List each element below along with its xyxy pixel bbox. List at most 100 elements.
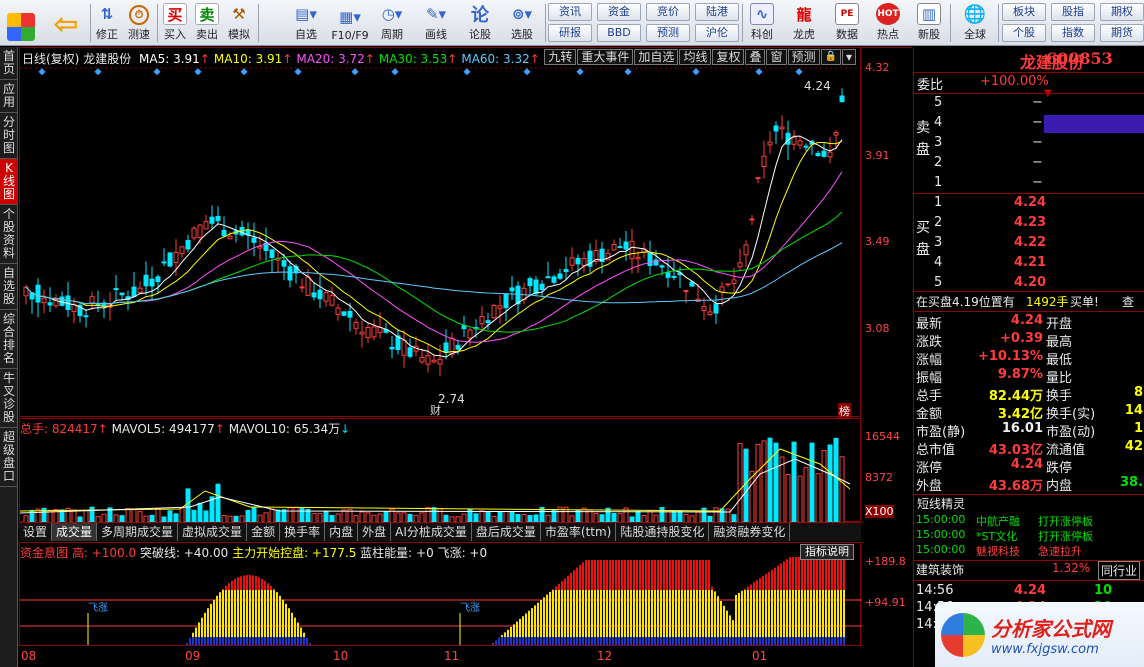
short-line-item[interactable]: 15:00:00 中航产融 打开涨停板: [914, 513, 1144, 528]
indicator-tab-0[interactable]: 设置: [19, 523, 53, 541]
sector-row[interactable]: 建筑装饰 1.32% 同行业: [914, 561, 1144, 580]
stat-row-8: 涨停 4.24 跌停: [916, 457, 1073, 476]
tick-row: 14:56 4.24 10: [916, 583, 1113, 598]
kline-btn-6[interactable]: 窗: [766, 49, 787, 65]
sell-row-2[interactable]: 2−: [914, 155, 1144, 175]
indicator-tab-6[interactable]: 内盘: [325, 523, 359, 541]
short-line-item[interactable]: 15:00:00 魅视科技 急速拉升: [914, 543, 1144, 558]
indicator-tab-10[interactable]: 市盈率(ttm): [541, 523, 617, 541]
futures-button[interactable]: 期货: [1100, 24, 1144, 42]
dragon-icon: 龍: [796, 5, 812, 24]
indicator-tab-7[interactable]: 外盘: [358, 523, 392, 541]
stat-row-5: 金额 3.42亿 换手(实) 14: [916, 403, 1143, 422]
sidebar-tab-4[interactable]: 个股资料: [0, 205, 18, 264]
research-button[interactable]: 研报: [548, 24, 592, 42]
kline-chart[interactable]: 日线(复权) 龙建股份 MA5: 3.91↑ MA10: 3.91↑ MA20: 3…: [19, 47, 862, 419]
bbd-button[interactable]: BBD: [597, 24, 641, 42]
discuss-button[interactable]: 论论股: [462, 2, 498, 44]
more-icon[interactable]: ▾: [841, 49, 856, 65]
f10-button[interactable]: ▦▾ F10/F9: [328, 2, 372, 44]
date-axis: 08 09 10 11 12 01: [21, 649, 768, 663]
funds-button[interactable]: 资金: [597, 3, 641, 21]
indicator-tab-5[interactable]: 换手率: [280, 523, 326, 541]
dragon-tiger-button[interactable]: 龍龙虎: [786, 2, 822, 44]
indicator-help-button[interactable]: 指标说明: [800, 544, 854, 560]
ma-label-1: MA10: 3.91: [213, 52, 283, 66]
speed-test-button[interactable]: ⏱ 测速: [123, 2, 155, 44]
sell-row-5[interactable]: 5−: [914, 95, 1144, 115]
stat-row-7: 总市值 43.03亿 流通值 42: [916, 439, 1143, 458]
index-futures-button[interactable]: 股指: [1051, 3, 1095, 21]
buy-row-1[interactable]: 1 4.24: [914, 195, 1144, 215]
kline-btn-3[interactable]: 均线: [679, 49, 712, 65]
sidebar-tab-1[interactable]: 应用: [0, 80, 18, 113]
back-arrow-icon[interactable]: ⇦: [44, 2, 88, 44]
buy-row-4[interactable]: 4 4.21: [914, 255, 1144, 275]
kline-btn-0[interactable]: 九转: [544, 49, 577, 65]
volume-chart[interactable]: 总手: 824417↑ MAVOL5: 494177↑ MAVOL10: 65.…: [19, 418, 861, 523]
indicator-tab-8[interactable]: AI分桩成交量: [391, 523, 472, 541]
indicator-tab-3[interactable]: 虚拟成交量: [178, 523, 248, 541]
kline-button-group: 九转 重大事件 加自选 均线 复权叠窗预测 🔒 ▾: [543, 49, 856, 65]
ipo-button[interactable]: ▥ 新股: [912, 2, 946, 44]
kline-canvas: [20, 67, 862, 376]
indicator-tab-11[interactable]: 陆股通持股变化: [616, 523, 710, 541]
buy-row-5[interactable]: 5 4.20: [914, 275, 1144, 295]
forecast-button[interactable]: 预测: [646, 24, 690, 42]
global-button[interactable]: 🌐 全球: [954, 2, 996, 44]
options-button[interactable]: 期权: [1100, 3, 1144, 21]
kline-btn-4[interactable]: 复权: [712, 49, 745, 65]
sector-button[interactable]: 板块: [1002, 3, 1046, 21]
indicator-tab-4[interactable]: 金额: [247, 523, 281, 541]
sidebar-tab-6[interactable]: 综合排名: [0, 310, 18, 369]
data-button[interactable]: PE 数据: [830, 2, 864, 44]
sidebar-tab-0[interactable]: 首页: [0, 47, 18, 80]
buy-row-2[interactable]: 2 4.23: [914, 215, 1144, 235]
watchlist-button[interactable]: ▤▾ 自选: [288, 2, 324, 44]
indicator-chart[interactable]: 资金意图 高: +100.0 突破线: +40.00 主力开始控盘: +177.…: [19, 542, 862, 646]
finance-marker[interactable]: 财: [430, 402, 441, 418]
period-button[interactable]: ◷▾ 周期: [374, 2, 410, 44]
stock-picker-button[interactable]: ⊚▾ 选股: [502, 2, 542, 44]
ranking-marker[interactable]: 榜: [838, 403, 851, 419]
lock-icon[interactable]: 🔒: [820, 49, 841, 65]
sh-london-button[interactable]: 沪伦: [695, 24, 739, 42]
quote-panel: 龙建股份 600853 委比 +100.00% ▼ 5−4−3−2−1− 卖盘 …: [913, 47, 1144, 667]
indices-button[interactable]: 指数: [1051, 24, 1095, 42]
star-market-button[interactable]: ∿ 科创: [745, 2, 779, 44]
kline-info-bar: 日线(复权) 龙建股份 MA5: 3.91↑ MA10: 3.91↑ MA20: 3…: [22, 52, 540, 66]
sidebar-tab-7[interactable]: 牛叉诊股: [0, 369, 18, 428]
simulate-button[interactable]: ⚒ 模拟: [224, 2, 254, 44]
indicator-tab-9[interactable]: 盘后成交量: [472, 523, 541, 541]
kline-btn-7[interactable]: 预测: [787, 49, 820, 65]
sell-button[interactable]: 卖卖出: [192, 2, 222, 44]
sidebar-tab-2[interactable]: 分时图: [0, 113, 18, 159]
weibi-row: 委比 +100.00% ▼: [914, 74, 1144, 99]
sidebar-tab-3[interactable]: K线图: [0, 159, 18, 205]
menu-grid-icon[interactable]: [6, 2, 36, 44]
short-line-item[interactable]: 15:00:00 *ST文化 打开涨停板: [914, 528, 1144, 543]
draw-line-button[interactable]: ✎▾ 画线: [416, 2, 456, 44]
auction-button[interactable]: 竞价: [646, 3, 690, 21]
news-button[interactable]: 资讯: [548, 3, 592, 21]
stocks-button[interactable]: 个股: [1002, 24, 1046, 42]
indicator-tab-12[interactable]: 融资融券变化: [709, 523, 791, 541]
sell-row-1[interactable]: 1−: [914, 175, 1144, 195]
buy-row-3[interactable]: 3 4.22: [914, 235, 1144, 255]
revise-button[interactable]: ⇅ 修正: [92, 2, 122, 44]
kline-btn-2[interactable]: 加自选: [634, 49, 679, 65]
sell-row-3[interactable]: 3−: [914, 135, 1144, 155]
hk-connect-button[interactable]: 陆港: [695, 3, 739, 21]
hot-topics-button[interactable]: HOT 热点: [871, 2, 905, 44]
stat-row-1: 涨跌 +0.39 最高: [916, 331, 1073, 350]
stat-row-9: 外盘 43.68万 内盘 38.: [916, 475, 1143, 494]
kline-btn-1[interactable]: 重大事件: [577, 49, 634, 65]
indicator-tab-1[interactable]: 成交量: [52, 523, 98, 541]
period-icon: ◷▾: [381, 5, 403, 23]
sidebar-tab-5[interactable]: 自选股: [0, 264, 18, 310]
indicator-tab-2[interactable]: 多周期成交量: [97, 523, 179, 541]
ma-label-3: MA30: 3.53: [378, 52, 448, 66]
sidebar-tab-8[interactable]: 超级盘口: [0, 428, 18, 487]
buy-button[interactable]: 买买入: [160, 2, 190, 44]
kline-btn-5[interactable]: 叠: [745, 49, 766, 65]
